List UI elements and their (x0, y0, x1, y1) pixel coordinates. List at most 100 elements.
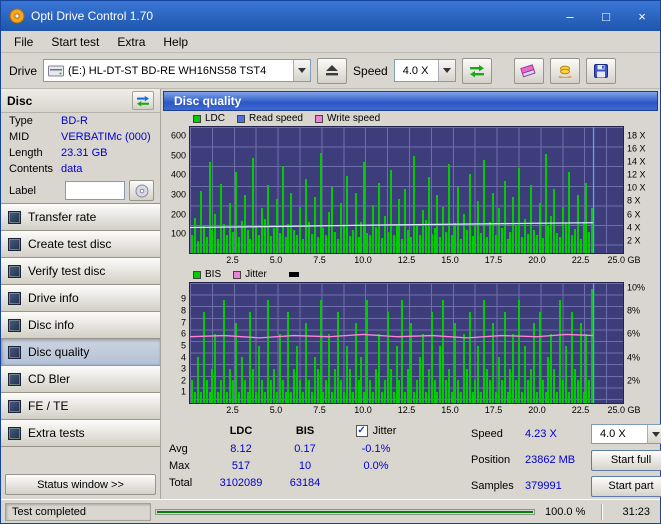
jitter-overlay-lines (190, 283, 623, 403)
jitter-max-value: 0.0% (363, 459, 389, 472)
axis-tick: 20.0 (528, 405, 546, 415)
titlebar: Opti Drive Control 1.70 – □ × (1, 1, 660, 31)
test-speed-select[interactable]: 4.0 X (591, 424, 661, 444)
maximize-button[interactable]: □ (588, 1, 624, 31)
sidebar-button-cd-bler[interactable]: CD Bler (1, 365, 160, 393)
app-window: Opti Drive Control 1.70 – □ × File Start … (0, 0, 661, 524)
close-button[interactable]: × (624, 1, 660, 31)
axis-tick: 18 X (627, 130, 646, 141)
legend-swatch-ldc (193, 114, 201, 123)
sidebar-button-label: Extra tests (28, 426, 85, 440)
axis-tick: 12 X (627, 169, 646, 180)
samples-value: 379991 (525, 480, 562, 492)
axis-tick: 25.0 GB (607, 255, 641, 265)
ldc-x-axis: 2.5 5.0 7.5 10.0 12.5 15.0 17.5 20.0 22.5 25.0 GB (189, 254, 640, 267)
menu-item-extra[interactable]: Extra (108, 32, 154, 52)
axis-tick: 2.5 (226, 255, 239, 265)
legend-swatch-jitter (233, 270, 242, 279)
bis-chart-row: 987654321 10% 8% 6% 4% 2% (163, 282, 658, 404)
start-full-button[interactable]: Start full (591, 449, 661, 471)
ldc-y-axis: 600 500 400 300 200 100 (163, 126, 189, 254)
axis-tick: 100 (170, 228, 186, 239)
axis-tick: 8 X (627, 195, 641, 206)
status-window-button[interactable]: Status window >> (5, 474, 156, 495)
axis-tick: 10.0 (354, 255, 372, 265)
bis-y-axis: 987654321 (163, 282, 189, 404)
refresh-disc-button[interactable] (132, 91, 154, 110)
menu-item-start-test[interactable]: Start test (42, 32, 108, 52)
sidebar-button-label: CD Bler (28, 372, 71, 386)
eject-icon (326, 65, 339, 76)
floppy-disk-icon (593, 63, 608, 78)
axis-tick: 7.5 (313, 255, 326, 265)
erase-disc-button[interactable] (513, 57, 544, 84)
sidebar-button-create-test-disc[interactable]: Create test disc (1, 230, 160, 258)
axis-tick: 500 (170, 150, 186, 161)
results-row-total: Total 3102089 63184 (169, 474, 461, 491)
axis-tick: 10 X (627, 182, 646, 193)
save-button[interactable] (585, 57, 616, 84)
speed-label: Speed (353, 63, 388, 78)
drive-label: Drive (9, 63, 38, 78)
axis-tick: 15.0 (441, 255, 459, 265)
verify-test-disc-icon (8, 264, 21, 278)
sidebar-button-transfer-rate[interactable]: Transfer rate (1, 203, 160, 231)
info-label-type: Type (9, 115, 33, 127)
sidebar-button-extra-tests[interactable]: Extra tests (1, 419, 160, 447)
sidebar-button-disc-info[interactable]: Disc info (1, 311, 160, 339)
ldc-max-value: 517 (231, 459, 251, 472)
chevron-down-icon (442, 68, 451, 73)
minimize-button[interactable]: – (552, 1, 588, 31)
axis-tick: 2% (627, 375, 641, 386)
axis-tick: 200 (170, 209, 186, 220)
speed-select-arrow[interactable] (437, 60, 455, 81)
info-value-contents[interactable]: data (61, 163, 82, 175)
axis-tick: 6% (627, 328, 641, 339)
bis-column-header: BIS (295, 425, 315, 437)
axis-tick: 6 (180, 328, 186, 339)
results-header-row: LDC BIS ✓ Jitter (169, 422, 461, 440)
sidebar-buttons: Transfer rate Create test disc Verify test… (1, 203, 160, 447)
jitter-y-axis: 10% 8% 6% 4% 2% (624, 282, 658, 404)
disc-label-button[interactable] (129, 180, 154, 201)
eject-button[interactable] (317, 57, 348, 84)
sidebar-button-drive-info[interactable]: Drive info (1, 284, 160, 312)
window-controls: – □ × (552, 1, 660, 31)
sidebar-button-verify-test-disc[interactable]: Verify test disc (1, 257, 160, 285)
jitter-checkbox[interactable]: ✓ (355, 425, 368, 437)
disc-label-input[interactable] (65, 181, 125, 200)
drive-select-arrow[interactable] (293, 60, 311, 81)
sidebar-button-label: FE / TE (28, 399, 69, 413)
donate-button[interactable] (549, 57, 580, 84)
sidebar-button-label: Drive info (28, 291, 79, 305)
disc-quality-icon (8, 345, 21, 359)
menu-item-help[interactable]: Help (154, 32, 197, 52)
eraser-icon (520, 63, 536, 77)
axis-tick: 9 (180, 293, 186, 304)
speed-select[interactable]: 4.0 X (393, 59, 456, 82)
sidebar-button-disc-quality[interactable]: Disc quality (1, 338, 160, 366)
sidebar-button-label: Create test disc (28, 237, 112, 251)
ldc-avg-value: 8.12 (230, 442, 252, 455)
axis-tick: 12.5 (397, 255, 416, 265)
sidebar-button-fe-te[interactable]: FE / TE (1, 392, 160, 420)
sidebar-button-label: Disc info (28, 318, 75, 332)
speed-result-value: 4.23 X (525, 428, 557, 440)
refresh-speeds-button[interactable] (461, 57, 492, 84)
bis-max-value: 10 (298, 459, 312, 472)
axis-tick: 400 (170, 169, 186, 180)
axis-tick: 20.0 (528, 255, 546, 265)
chevron-down-icon (298, 68, 307, 73)
results-table: LDC BIS ✓ Jitter Avg 8.12 0.17 -0.1% Max 517 1… (169, 422, 461, 499)
result-row-label: Total (169, 476, 193, 489)
drive-select[interactable]: (E:) HL-DT-ST BD-RE WH16NS58 TST4 (43, 59, 312, 82)
jitter-avg-value: -0.1% (361, 442, 391, 455)
axis-tick: 17.5 (484, 405, 503, 415)
drive-info-icon (8, 291, 21, 305)
chevron-down-icon (652, 431, 660, 437)
test-speed-select-arrow[interactable] (647, 425, 661, 443)
start-part-button[interactable]: Start part (591, 475, 661, 497)
info-label-contents: Contents (9, 163, 54, 175)
bis-x-axis: 2.5 5.0 7.5 10.0 12.5 15.0 17.5 20.0 22.5 25.0 GB (189, 404, 640, 417)
menu-item-file[interactable]: File (5, 32, 42, 52)
